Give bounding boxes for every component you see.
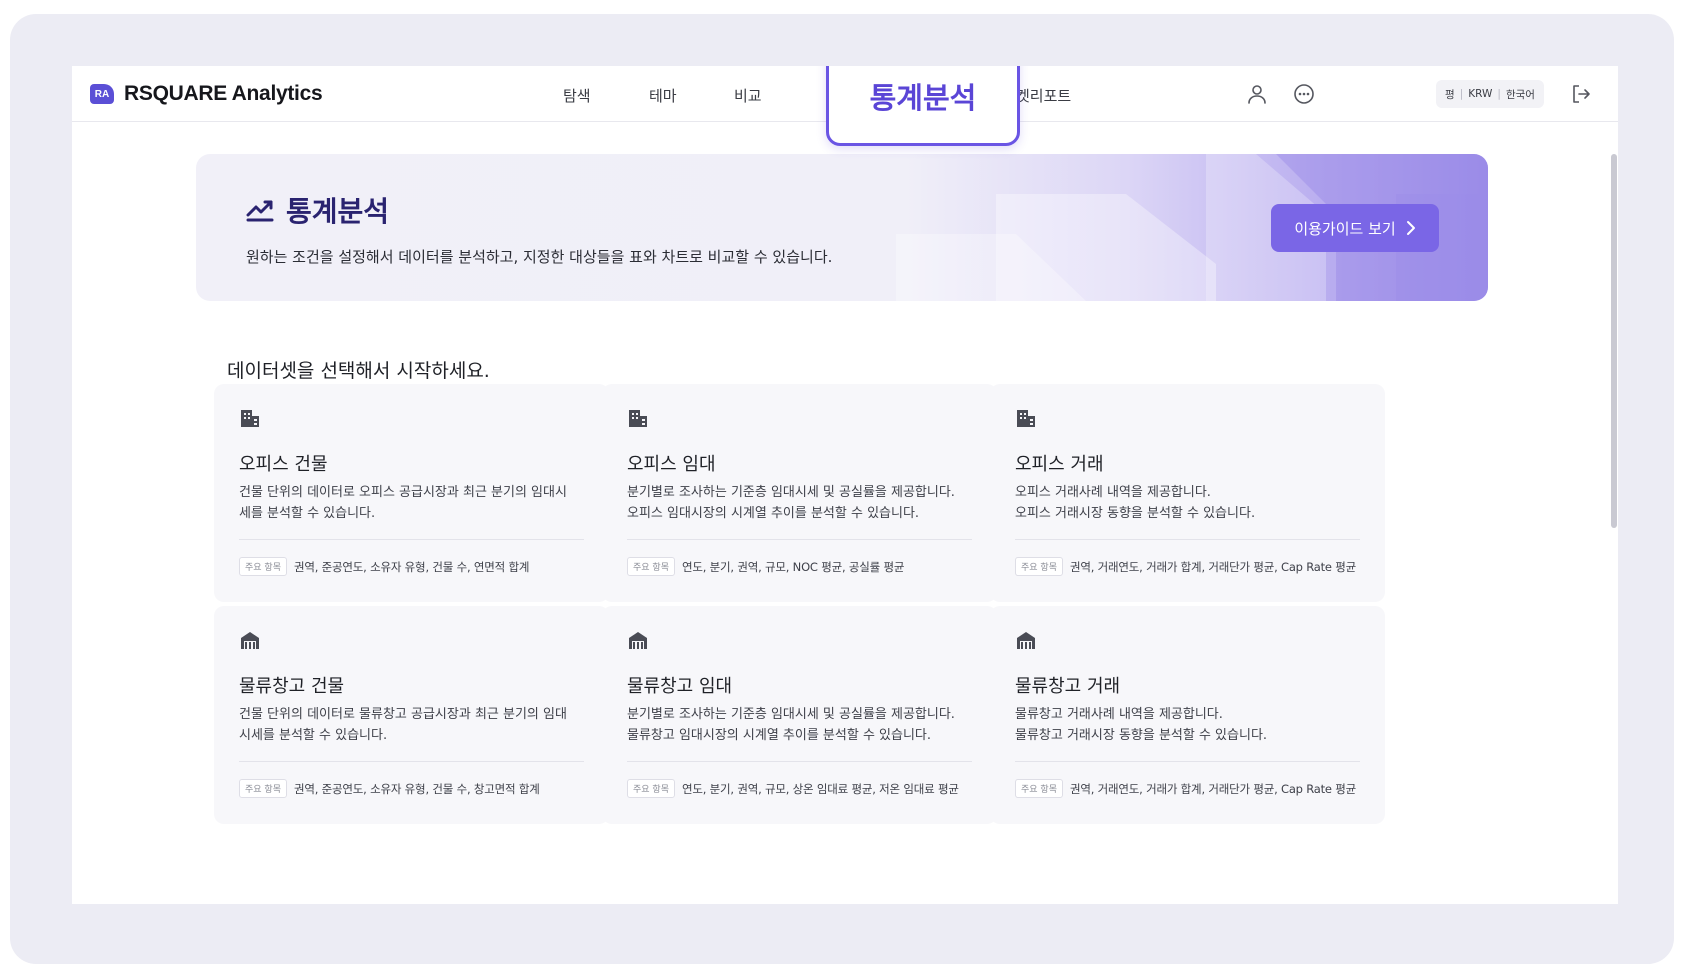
nav-item-statistics-active[interactable]: 통계분석 [826,66,1020,146]
page-banner: 통계분석 원하는 조건을 설정해서 데이터를 분석하고, 지정한 대상들을 표와… [196,154,1488,301]
card-title: 물류창고 임대 [627,676,733,697]
separator: | [1459,88,1464,100]
fields-text: 권역, 준공연도, 소유자 유형, 건물 수, 연면적 합계 [293,559,530,574]
card-description: 건물 단위의 데이터로 물류창고 공급시장과 최근 분기의 임대 시세를 분석할… [239,707,567,743]
dataset-card[interactable]: 물류창고 건물건물 단위의 데이터로 물류창고 공급시장과 최근 분기의 임대 … [214,606,609,824]
fields-text: 연도, 분기, 권역, 규모, 상온 임대료 평균, 저온 임대료 평균 [681,781,959,796]
page-description: 원하는 조건을 설정해서 데이터를 분석하고, 지정한 대상들을 표와 차트로 … [246,248,833,266]
scrollbar-thumb[interactable] [1611,154,1617,528]
warehouse-icon [1015,629,1037,651]
card-fields: 주요 항목 권역, 거래연도, 거래가 합계, 거래단가 평균, Cap Rate… [1015,779,1356,798]
dataset-card[interactable]: 오피스 임대분기별로 조사하는 기준층 임대시세 및 공실률을 제공합니다. 오… [602,384,997,602]
card-description: 물류창고 거래사례 내역을 제공합니다. 물류창고 거래시장 동향을 분석할 수… [1015,707,1268,743]
building-icon [1015,407,1037,429]
user-icon[interactable] [1245,82,1269,106]
currency-label: KRW [1468,88,1493,100]
nav-item-compare[interactable]: 비교 [734,85,762,106]
unit-label: 평 [1445,88,1455,101]
card-divider [1015,761,1360,762]
fields-tag: 주요 항목 [1015,557,1063,576]
scrollbar[interactable] [1611,154,1617,904]
card-title: 물류창고 건물 [239,676,345,697]
nav-item-report[interactable]: 켓리포트 [1016,85,1071,106]
page-title: 통계분석 [246,190,389,230]
card-fields: 주요 항목 연도, 분기, 권역, 규모, 상온 임대료 평균, 저온 임대료 평… [627,779,959,798]
card-description: 오피스 거래사례 내역을 제공합니다. 오피스 거래시장 동향을 분석할 수 있… [1015,485,1256,521]
card-divider [239,761,584,762]
card-title: 오피스 건물 [239,454,328,475]
more-icon[interactable] [1292,82,1316,106]
card-fields: 주요 항목 연도, 분기, 권역, 규모, NOC 평균, 공실률 평균 [627,557,904,576]
card-description: 분기별로 조사하는 기준층 임대시세 및 공실률을 제공합니다. 물류창고 임대… [627,707,955,743]
language-label: 한국어 [1505,88,1535,101]
card-description: 분기별로 조사하는 기준층 임대시세 및 공실률을 제공합니다. 오피스 임대시… [627,485,955,521]
card-title: 물류창고 거래 [1015,676,1121,697]
fields-tag: 주요 항목 [239,557,287,576]
card-description: 건물 단위의 데이터로 오피스 공급시장과 최근 분기의 임대시 세를 분석할 … [239,485,567,521]
page-title-text: 통계분석 [286,195,390,228]
dataset-card[interactable]: 물류창고 거래물류창고 거래사례 내역을 제공합니다. 물류창고 거래시장 동향… [990,606,1385,824]
warehouse-icon [627,629,649,651]
card-divider [1015,539,1360,540]
dataset-card[interactable]: 오피스 거래오피스 거래사례 내역을 제공합니다. 오피스 거래시장 동향을 분… [990,384,1385,602]
trend-icon [246,200,274,222]
separator: | [1497,88,1501,100]
card-fields: 주요 항목 권역, 거래연도, 거래가 합계, 거래단가 평균, Cap Rate… [1015,557,1356,576]
card-fields: 주요 항목 권역, 준공연도, 소유자 유형, 건물 수, 연면적 합계 [239,557,529,576]
fields-text: 권역, 거래연도, 거래가 합계, 거래단가 평균, Cap Rate 평균 [1069,781,1357,796]
logo-badge: RA [90,84,114,104]
app-window: RA RSQUARE Analytics 탐색 테마 비교 켓리포트 평 | K… [72,66,1618,904]
card-title: 오피스 거래 [1015,454,1104,475]
card-divider [239,539,584,540]
card-divider [627,761,972,762]
card-title: 오피스 임대 [627,454,716,475]
dataset-card[interactable]: 물류창고 임대분기별로 조사하는 기준층 임대시세 및 공실률을 제공합니다. … [602,606,997,824]
fields-tag: 주요 항목 [239,779,287,798]
fields-tag: 주요 항목 [627,779,675,798]
card-fields: 주요 항목 권역, 준공연도, 소유자 유형, 건물 수, 창고면적 합계 [239,779,540,798]
nav-item-theme[interactable]: 테마 [649,85,677,106]
building-icon [239,407,261,429]
fields-text: 권역, 거래연도, 거래가 합계, 거래단가 평균, Cap Rate 평균 [1069,559,1357,574]
logout-icon[interactable] [1569,82,1593,106]
nav-item-explore[interactable]: 탐색 [563,85,591,106]
chevron-right-icon [1406,221,1415,235]
fields-text: 권역, 준공연도, 소유자 유형, 건물 수, 창고면적 합계 [293,781,540,796]
section-title: 데이터셋을 선택해서 시작하세요. [227,360,490,382]
dataset-card[interactable]: 오피스 건물건물 단위의 데이터로 오피스 공급시장과 최근 분기의 임대시 세… [214,384,609,602]
locale-selector[interactable]: 평 | KRW | 한국어 [1436,80,1544,108]
guide-button-label: 이용가이드 보기 [1294,219,1396,238]
fields-tag: 주요 항목 [627,557,675,576]
card-divider [627,539,972,540]
logo[interactable]: RA RSQUARE Analytics [90,82,323,106]
warehouse-icon [239,629,261,651]
fields-tag: 주요 항목 [1015,779,1063,798]
building-icon [627,407,649,429]
fields-text: 연도, 분기, 권역, 규모, NOC 평균, 공실률 평균 [681,559,905,574]
guide-button[interactable]: 이용가이드 보기 [1271,204,1439,252]
logo-text: RSQUARE Analytics [124,82,323,105]
